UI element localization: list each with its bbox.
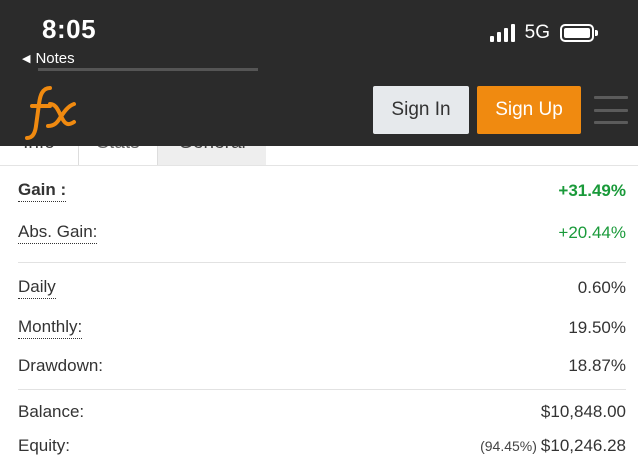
stat-row-drawdown: Drawdown: 18.87% xyxy=(18,356,626,376)
abs-gain-value: +20.44% xyxy=(558,223,626,242)
hamburger-menu-icon[interactable] xyxy=(594,96,628,124)
equity-value: $10,246.28 xyxy=(540,436,626,455)
gain-value: +31.49% xyxy=(558,181,626,200)
fx-logo-icon xyxy=(25,86,76,140)
drawdown-value: 18.87% xyxy=(568,356,626,375)
signal-bars-icon xyxy=(489,24,515,42)
monthly-value: 19.50% xyxy=(568,318,626,337)
equity-value-group: (94.45%) $10,246.28 xyxy=(480,436,626,456)
status-indicators: 5G xyxy=(489,22,598,44)
tab-general[interactable]: General xyxy=(158,146,266,165)
tab-info[interactable]: Info xyxy=(0,146,78,165)
equity-label: Equity: xyxy=(18,436,70,455)
sign-up-button[interactable]: Sign Up xyxy=(477,86,581,134)
balance-label: Balance: xyxy=(18,402,85,421)
balance-value: $10,848.00 xyxy=(540,402,626,421)
stat-row-balance: Balance: $10,848.00 xyxy=(18,402,626,422)
network-type: 5G xyxy=(524,22,550,43)
sign-in-button[interactable]: Sign In xyxy=(373,86,469,134)
daily-label[interactable]: Daily xyxy=(18,277,56,299)
equity-percent: (94.45%) xyxy=(480,438,537,454)
back-to-notes-link[interactable]: ◀ Notes xyxy=(22,50,75,67)
stat-row-monthly: Monthly: 19.50% xyxy=(18,317,626,339)
status-time: 8:05 xyxy=(42,14,97,44)
divider xyxy=(18,262,626,263)
battery-icon xyxy=(560,24,598,42)
stat-row-daily: Daily 0.60% xyxy=(18,277,626,299)
tab-stats[interactable]: Stats xyxy=(78,146,158,165)
tab-strip: Info Stats General xyxy=(0,146,638,166)
gain-label[interactable]: Gain : xyxy=(18,180,67,202)
abs-gain-label[interactable]: Abs. Gain: xyxy=(18,222,98,244)
underlying-page-fragment xyxy=(38,68,258,71)
stat-row-gain: Gain : +31.49% xyxy=(18,180,626,202)
fx-logo[interactable] xyxy=(24,82,84,142)
divider xyxy=(18,389,626,390)
stat-row-equity: Equity: (94.45%) $10,246.28 xyxy=(18,436,626,456)
monthly-label[interactable]: Monthly: xyxy=(18,317,83,339)
daily-value: 0.60% xyxy=(577,278,626,297)
back-triangle-icon: ◀ xyxy=(22,53,31,65)
drawdown-label: Drawdown: xyxy=(18,356,104,375)
back-label: Notes xyxy=(35,50,75,67)
stat-row-abs-gain: Abs. Gain: +20.44% xyxy=(18,222,626,244)
